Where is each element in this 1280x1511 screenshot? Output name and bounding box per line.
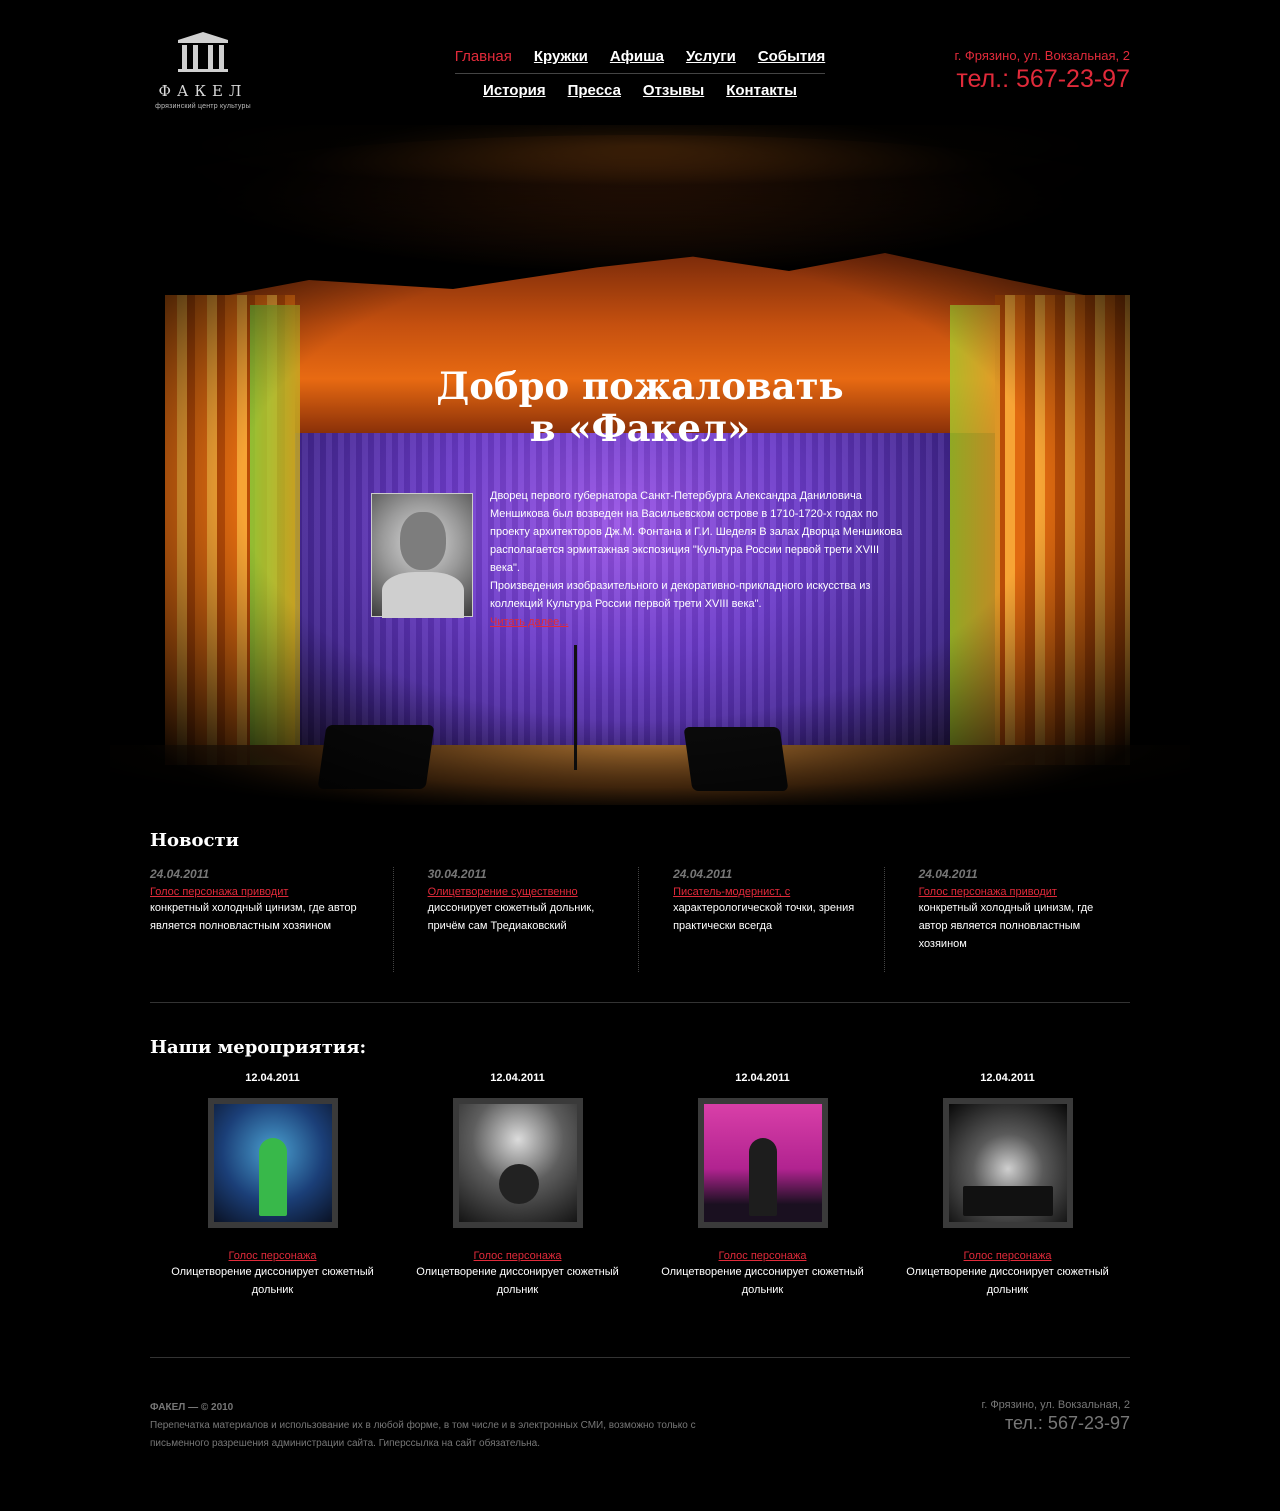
news-text: характерологической точки, зрения практи… — [673, 902, 855, 932]
main-nav: Главная Кружки Афиша Услуги События Исто… — [440, 48, 840, 99]
event-photo — [948, 1104, 1067, 1222]
hero-title: Добро пожаловать в «Факел» — [340, 365, 940, 449]
hero-paragraph-2: Произведения изобразительного и декорати… — [490, 580, 871, 610]
event-item: 12.04.2011 Голос персонажа Олицетворение… — [640, 1072, 885, 1299]
footer-copyright: ФАКЕЛ — © 2010 — [150, 1402, 234, 1413]
event-text: Олицетворение диссонирует сюжетный дольн… — [416, 1266, 619, 1296]
footer-phone: тел.: 567-23-97 — [1004, 1413, 1130, 1433]
news-item: 30.04.2011 Олицетворение существенно дис… — [394, 867, 640, 972]
events-section: Наши мероприятия: 12.04.2011 Голос персо… — [150, 1037, 1130, 1299]
news-link[interactable]: Голос персонажа приводит — [919, 886, 1110, 898]
event-item: 12.04.2011 Голос персонажа Олицетворение… — [150, 1072, 395, 1299]
hero-title-line2: в «Факел» — [529, 406, 751, 450]
news-item: 24.04.2011 Голос персонажа приводит конк… — [150, 867, 394, 972]
event-text: Олицетворение диссонирует сюжетный дольн… — [171, 1266, 374, 1296]
nav-item-events[interactable]: События — [758, 48, 825, 65]
stage-vignette — [0, 125, 1280, 825]
nav-row-primary: Главная Кружки Афиша Услуги События — [440, 48, 840, 65]
event-item: 12.04.2011 Голос персонажа Олицетворение… — [395, 1072, 640, 1299]
event-date: 12.04.2011 — [735, 1072, 790, 1084]
nav-item-home[interactable]: Главная — [455, 48, 512, 65]
event-thumbnail[interactable] — [942, 1098, 1073, 1228]
news-link[interactable]: Олицетворение существенно — [428, 886, 619, 898]
event-date: 12.04.2011 — [490, 1072, 545, 1084]
news-text: конкретный холодный цинизм, где автор яв… — [918, 902, 1094, 950]
news-title: Новости — [150, 830, 239, 851]
footer-legal: ФАКЕЛ — © 2010 Перепечатка материалов и … — [150, 1399, 750, 1453]
news-date: 24.04.2011 — [150, 867, 210, 881]
news-item: 24.04.2011 Голос персонажа приводит конк… — [885, 867, 1130, 972]
hero-title-line1: Добро пожаловать — [436, 364, 844, 408]
site-logo[interactable]: ФАКЕЛ фрязинский центр культуры — [150, 30, 256, 110]
read-more-link[interactable]: Читать далее... — [490, 616, 568, 628]
logo-name: ФАКЕЛ — [158, 82, 248, 100]
event-item: 12.04.2011 Голос персонажа Олицетворение… — [885, 1072, 1130, 1299]
footer-contacts: г. Фрязино, ул. Вокзальная, 2 тел.: 567-… — [982, 1399, 1130, 1434]
nav-item-history[interactable]: История — [483, 82, 546, 99]
news-text: конкретный холодный цинизм, где автор яв… — [150, 902, 357, 932]
events-list: 12.04.2011 Голос персонажа Олицетворение… — [150, 1072, 1130, 1299]
news-date: 24.04.2011 — [673, 867, 733, 881]
event-photo — [703, 1104, 822, 1222]
event-text: Олицетворение диссонирует сюжетный дольн… — [906, 1266, 1109, 1296]
footer-divider — [150, 1357, 1130, 1358]
nav-item-playbill[interactable]: Афиша — [610, 48, 664, 65]
event-link[interactable]: Голос персонажа — [640, 1250, 885, 1262]
section-divider — [150, 1002, 1130, 1003]
news-text: диссонирует сюжетный дольник, причём сам… — [427, 902, 595, 932]
news-date: 24.04.2011 — [918, 867, 978, 881]
nav-item-services[interactable]: Услуги — [686, 48, 736, 65]
event-link[interactable]: Голос персонажа — [885, 1250, 1130, 1262]
nav-divider — [455, 73, 825, 74]
news-link[interactable]: Писатель-модернист, с — [673, 886, 864, 898]
event-thumbnail[interactable] — [207, 1098, 338, 1228]
events-title: Наши мероприятия: — [150, 1037, 367, 1058]
nav-row-secondary: История Пресса Отзывы Контакты — [440, 82, 840, 99]
hero-description: Дворец первого губернатора Санкт-Петербу… — [490, 487, 910, 631]
event-link[interactable]: Голос персонажа — [150, 1250, 395, 1262]
director-photo — [371, 493, 473, 618]
singer-figure — [748, 1138, 777, 1216]
footer-notice: Перепечатка материалов и использование и… — [150, 1420, 696, 1449]
logo-subtitle: фрязинский центр культуры — [155, 103, 251, 110]
news-date: 30.04.2011 — [427, 867, 487, 881]
event-text: Олицетворение диссонирует сюжетный дольн… — [661, 1266, 864, 1296]
header-contacts: г. Фрязино, ул. Вокзальная, 2 тел.: 567-… — [955, 48, 1130, 94]
news-item: 24.04.2011 Писатель-модернист, с характе… — [639, 867, 885, 972]
photo-body — [382, 572, 464, 618]
event-date: 12.04.2011 — [980, 1072, 1035, 1084]
event-thumbnail[interactable] — [452, 1098, 583, 1228]
news-link[interactable]: Голос персонажа приводит — [150, 886, 373, 898]
news-section: Новости 24.04.2011 Голос персонажа приво… — [150, 830, 1130, 972]
columns-logo-icon — [178, 32, 228, 72]
drum-kit-figure — [498, 1164, 539, 1204]
photo-face — [400, 512, 446, 570]
nav-item-press[interactable]: Пресса — [568, 82, 621, 99]
nav-item-reviews[interactable]: Отзывы — [643, 82, 704, 99]
band-figure — [962, 1186, 1053, 1216]
nav-item-contacts[interactable]: Контакты — [726, 82, 797, 99]
performer-figure — [258, 1138, 287, 1216]
event-link[interactable]: Голос персонажа — [395, 1250, 640, 1262]
header-phone: тел.: 567-23-97 — [956, 65, 1130, 93]
site-header: ФАКЕЛ фрязинский центр культуры Главная … — [0, 0, 1280, 130]
nav-item-clubs[interactable]: Кружки — [534, 48, 588, 65]
header-address: г. Фрязино, ул. Вокзальная, 2 — [954, 48, 1130, 63]
event-photo — [213, 1104, 332, 1222]
event-thumbnail[interactable] — [697, 1098, 828, 1228]
news-list: 24.04.2011 Голос персонажа приводит конк… — [150, 867, 1130, 972]
event-photo — [458, 1104, 577, 1222]
hero-stage: Добро пожаловать в «Факел» Дворец первог… — [0, 125, 1280, 825]
footer-address: г. Фрязино, ул. Вокзальная, 2 — [981, 1399, 1130, 1411]
hero-paragraph-1: Дворец первого губернатора Санкт-Петербу… — [490, 490, 903, 574]
event-date: 12.04.2011 — [245, 1072, 300, 1084]
